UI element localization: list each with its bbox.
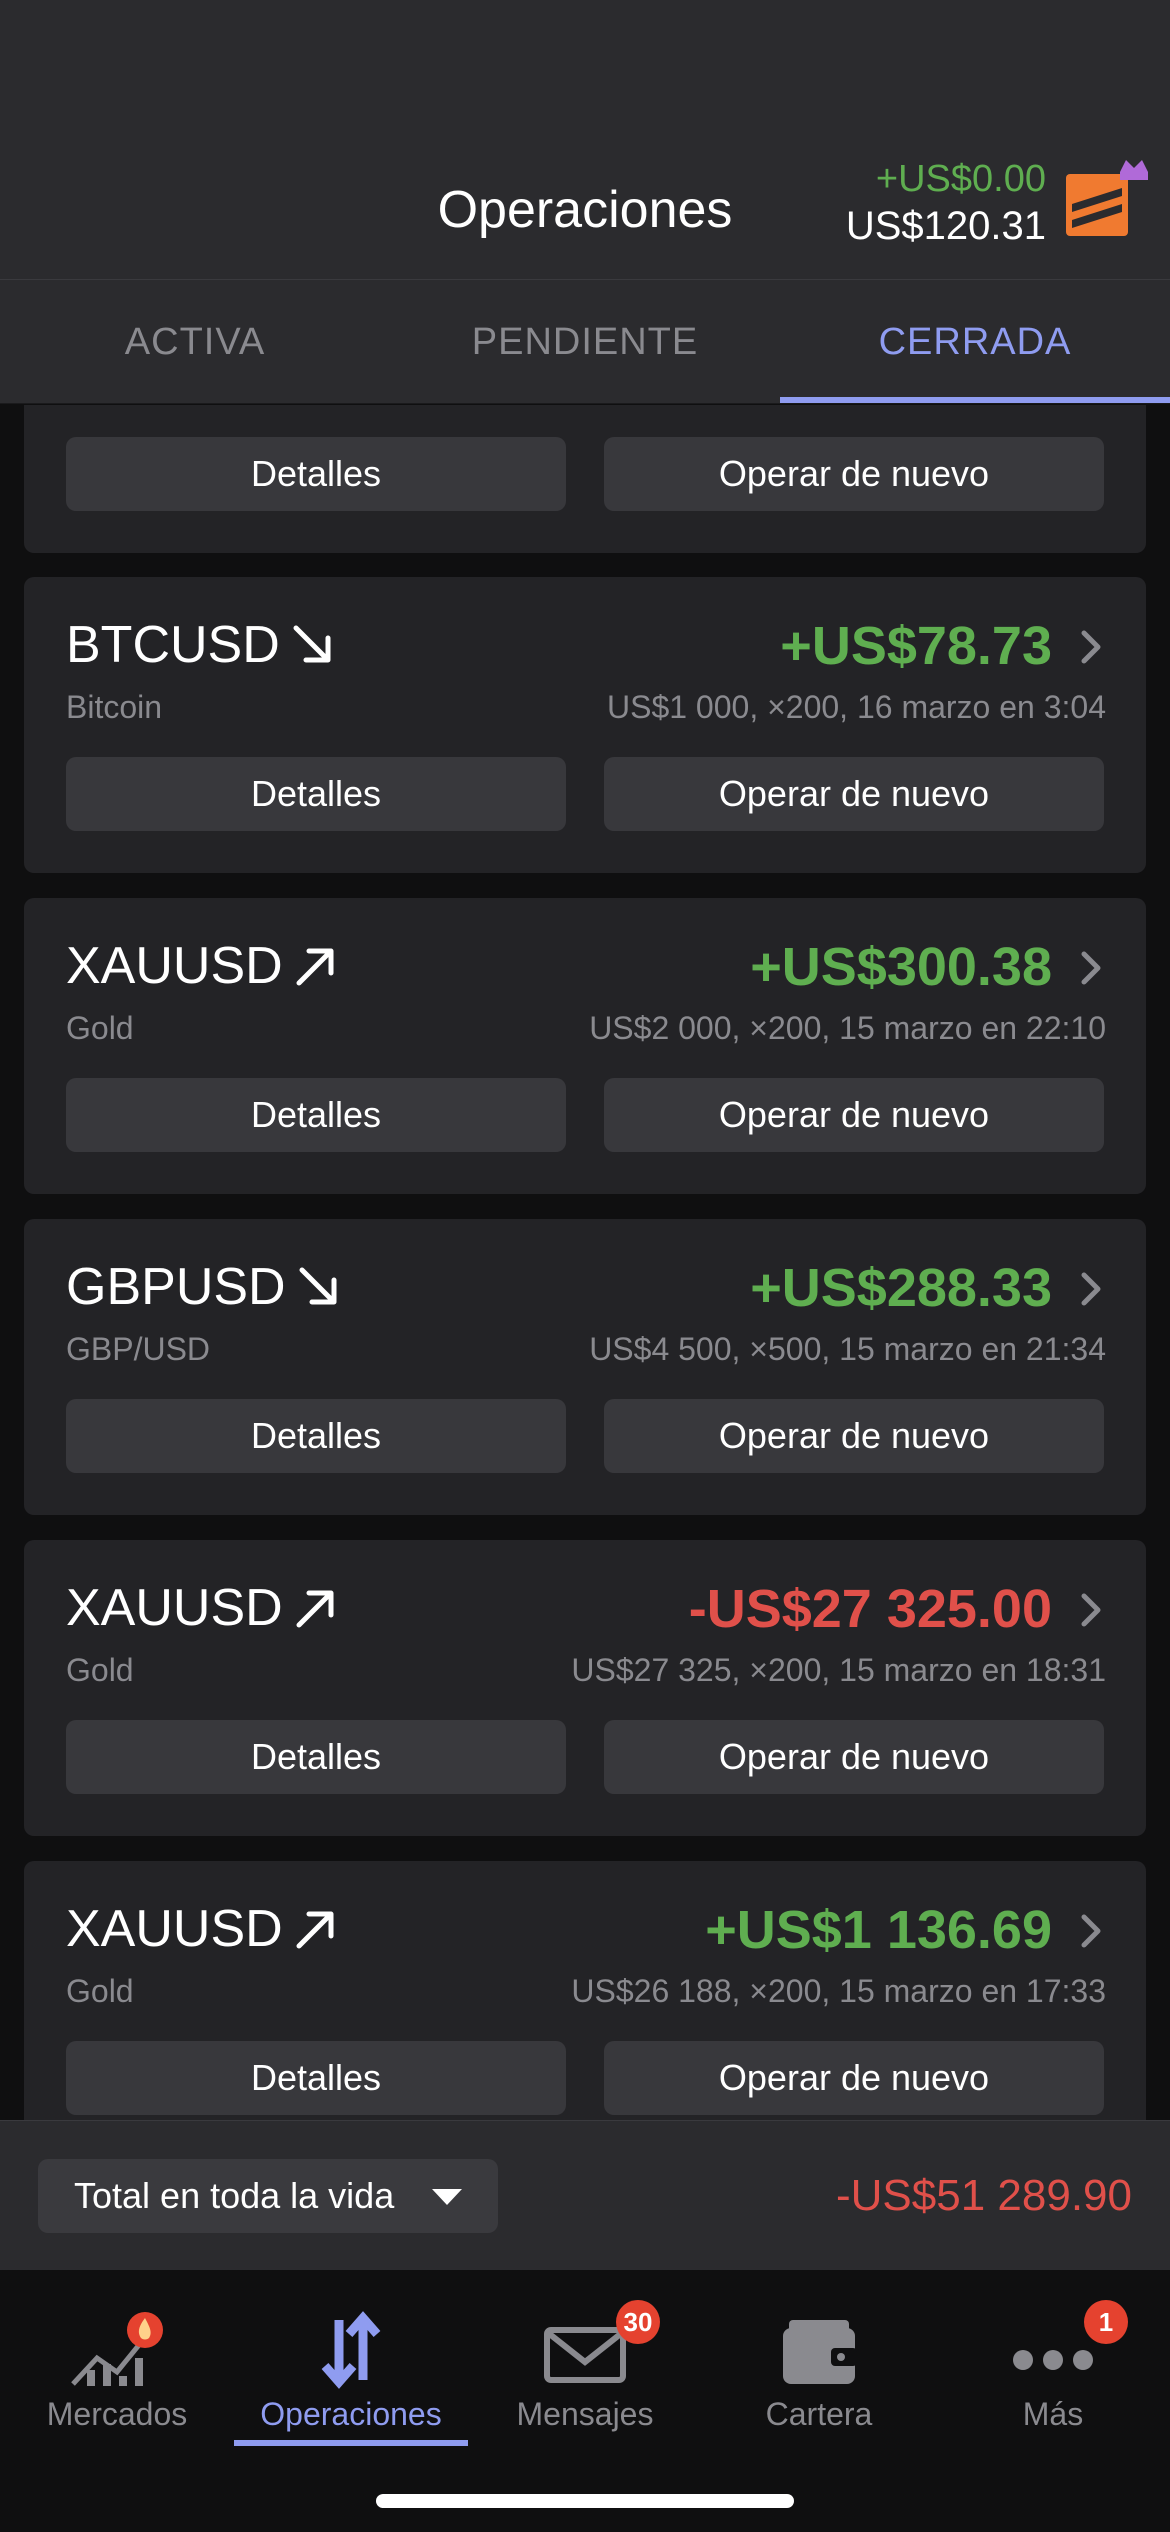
nav-label: Más [1022,2396,1084,2432]
trade-meta: US$1 000, ×200, 16 marzo en 3:04 [606,689,1106,725]
symbol-label: GBPUSD [66,1258,286,1316]
trade-symbol: BTCUSD [66,615,336,675]
more-badge: 1 [1084,2300,1128,2344]
trade-pnl: +US$78.73 [780,616,1052,676]
period-select[interactable]: Total en toda la vida [38,2159,498,2233]
markets-icon [71,2312,163,2386]
nav-trades[interactable]: Operaciones [234,2290,468,2446]
instrument-name: Gold [66,1010,134,1046]
arrow-up-right-icon [296,1590,334,1628]
chevron-right-icon[interactable] [1076,1911,1106,1951]
trade-again-button[interactable]: Operar de nuevo [604,437,1104,511]
trade-meta: US$2 000, ×200, 15 marzo en 22:10 [589,1010,1106,1046]
instrument-name: Gold [66,1973,134,2009]
arrow-up-right-icon [296,1911,334,1949]
details-button[interactable]: Detalles [66,437,566,511]
app-header: Operaciones +US$0.00 US$120.31 [0,0,1170,280]
trade-symbol: XAUUSD [66,1578,339,1638]
nav-label: Mensajes [516,2396,654,2432]
trade-card[interactable]: BTCUSD Bitcoin +US$78.73 US$1 000, ×200,… [24,577,1146,873]
trade-again-button[interactable]: Operar de nuevo [604,1078,1104,1152]
caret-down-icon [432,2189,462,2205]
day-pnl: +US$0.00 [875,158,1046,200]
trade-pnl: +US$1 136.69 [705,1900,1052,1960]
trade-status-tabs: ACTIVA PENDIENTE CERRADA [0,280,1170,404]
closed-trades-list[interactable]: Detalles Operar de nuevo BTCUSD Bitcoin … [0,405,1170,2120]
details-button[interactable]: Detalles [66,2041,566,2115]
trades-icon [321,2311,381,2389]
nav-label: Mercados [46,2396,188,2432]
nav-wallet[interactable]: Cartera [702,2290,936,2440]
trade-again-button[interactable]: Operar de nuevo [604,757,1104,831]
details-button[interactable]: Detalles [66,1720,566,1794]
symbol-label: XAUUSD [66,937,283,995]
trade-pnl: +US$288.33 [750,1258,1052,1318]
symbol-label: XAUUSD [66,1900,283,1958]
trade-symbol: XAUUSD [66,936,339,996]
trade-meta: US$27 325, ×200, 15 marzo en 18:31 [571,1652,1106,1688]
trade-again-button[interactable]: Operar de nuevo [604,1720,1104,1794]
home-indicator[interactable] [376,2494,794,2508]
messages-badge: 30 [616,2300,660,2344]
details-button[interactable]: Detalles [66,1399,566,1473]
balance-value: US$120.31 [845,204,1046,248]
trade-card[interactable]: GBPUSD GBP/USD +US$288.33 US$4 500, ×500… [24,1219,1146,1515]
period-select-label: Total en toda la vida [74,2175,395,2216]
nav-label: Cartera [765,2396,873,2432]
trade-symbol: XAUUSD [66,1899,339,1959]
symbol-label: XAUUSD [66,1579,283,1637]
trade-symbol: GBPUSD [66,1257,342,1317]
nav-label: Operaciones [260,2396,442,2432]
lifetime-summary-bar: Total en toda la vida -US$51 289.90 [0,2120,1170,2270]
trade-pnl: +US$300.38 [750,937,1052,997]
lifetime-total: -US$51 289.90 [836,2171,1132,2220]
nav-markets[interactable]: Mercados [0,2290,234,2440]
tab-active[interactable]: ACTIVA [0,280,390,403]
arrow-up-right-icon [296,948,334,986]
bottom-navigation: Mercados Operaciones 30 Mensajes Cartera [0,2270,1170,2532]
chevron-right-icon[interactable] [1076,627,1106,667]
instrument-name: Gold [66,1652,134,1688]
details-button[interactable]: Detalles [66,757,566,831]
instrument-name: GBP/USD [66,1331,211,1367]
trade-again-button[interactable]: Operar de nuevo [604,2041,1104,2115]
nav-more[interactable]: 1 Más [936,2290,1170,2440]
nav-messages[interactable]: 30 Mensajes [468,2290,702,2440]
tab-closed[interactable]: CERRADA [780,280,1170,403]
arrow-down-right-icon [293,625,331,663]
symbol-label: BTCUSD [66,616,280,674]
trade-card[interactable]: XAUUSD Gold +US$1 136.69 US$26 188, ×200… [24,1861,1146,2120]
trade-card: Detalles Operar de nuevo [24,405,1146,553]
chevron-right-icon[interactable] [1076,1269,1106,1309]
tab-pending[interactable]: PENDIENTE [390,280,780,403]
wallet-icon [783,2320,857,2384]
trade-meta: US$4 500, ×500, 15 marzo en 21:34 [589,1331,1106,1367]
trade-card[interactable]: XAUUSD Gold +US$300.38 US$2 000, ×200, 1… [24,898,1146,1194]
chevron-right-icon[interactable] [1076,948,1106,988]
arrow-down-right-icon [299,1267,337,1305]
trade-card[interactable]: XAUUSD Gold -US$27 325.00 US$27 325, ×20… [24,1540,1146,1836]
trade-meta: US$26 188, ×200, 15 marzo en 17:33 [571,1973,1106,2009]
chevron-right-icon[interactable] [1076,1590,1106,1630]
account-balance[interactable]: +US$0.00 US$120.31 [846,156,1046,250]
broker-logo-icon[interactable] [1064,158,1150,238]
details-button[interactable]: Detalles [66,1078,566,1152]
trade-pnl: -US$27 325.00 [688,1579,1052,1639]
trade-again-button[interactable]: Operar de nuevo [604,1399,1104,1473]
instrument-name: Bitcoin [66,689,163,725]
